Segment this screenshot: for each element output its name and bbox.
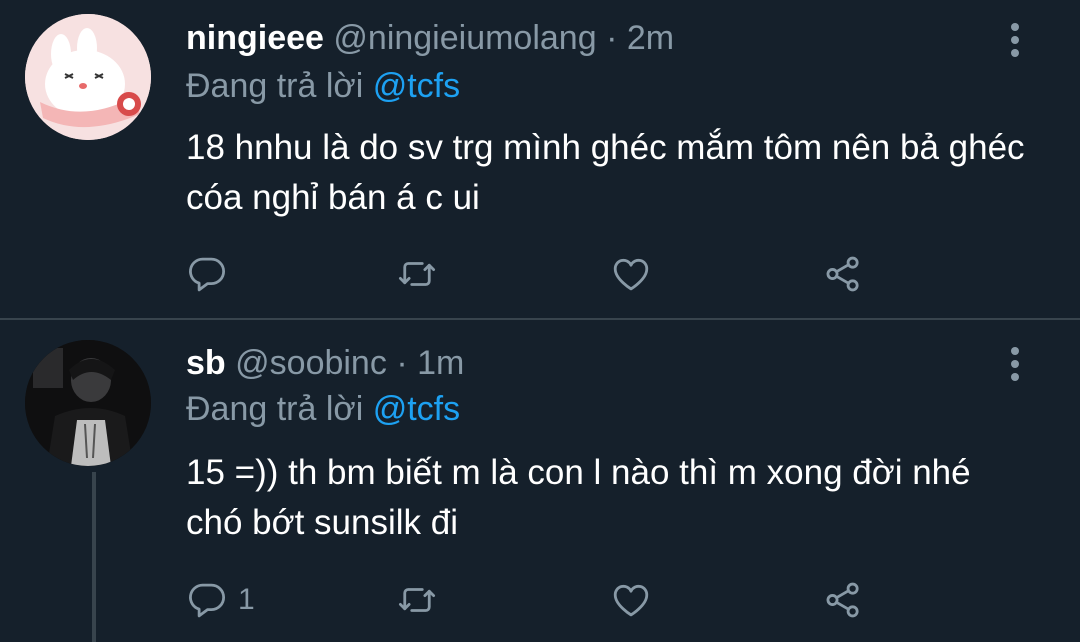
retweet-button[interactable] [396, 578, 438, 622]
replying-to: Đang trả lời @tcfs [186, 66, 460, 106]
tweet-header: ningieee @ningieiumolang · 2m [186, 18, 674, 58]
reply-icon [189, 583, 226, 618]
tweet-actions [186, 252, 886, 296]
avatar[interactable] [25, 340, 151, 466]
retweet-icon [398, 588, 436, 612]
separator: · [396, 344, 408, 382]
share-button[interactable] [822, 252, 864, 296]
timestamp[interactable]: 1m [417, 344, 464, 382]
reply-count: 1 [238, 583, 255, 616]
more-options-button[interactable] [1008, 22, 1022, 63]
retweet-button[interactable] [396, 252, 438, 296]
replying-label: Đang trả lời [186, 390, 364, 428]
like-button[interactable] [610, 578, 652, 622]
thread-line [92, 472, 96, 642]
tweet[interactable]: sb @soobinc · 1m Đang trả lời @tcfs 15 =… [0, 320, 1080, 642]
retweet-icon [398, 262, 436, 286]
more-vertical-icon [1011, 347, 1019, 381]
replying-label: Đang trả lời [186, 67, 364, 105]
tweet-text: 18 hnhu là do sv trg mình ghéc mắm tôm n… [186, 128, 1025, 217]
reply-button[interactable] [186, 252, 238, 296]
tweet-header: sb @soobinc · 1m [186, 343, 464, 383]
more-options-button[interactable] [1008, 346, 1022, 387]
reply-icon [189, 257, 226, 292]
like-button[interactable] [610, 252, 652, 296]
more-vertical-icon [1011, 23, 1019, 57]
avatar[interactable] [25, 14, 151, 140]
avatar-image [25, 340, 151, 466]
tweet-actions: 1 [186, 578, 886, 622]
share-icon [826, 256, 859, 292]
display-name[interactable]: sb [186, 344, 226, 382]
share-icon [826, 582, 859, 618]
avatar-image [25, 14, 151, 140]
tweet[interactable]: ningieee @ningieiumolang · 2m Đang trả l… [0, 0, 1080, 318]
display-name[interactable]: ningieee [186, 19, 324, 57]
share-button[interactable] [822, 578, 864, 622]
timestamp[interactable]: 2m [627, 19, 674, 57]
username[interactable]: @soobinc [235, 344, 387, 382]
reply-button[interactable]: 1 [186, 578, 255, 622]
username[interactable]: @ningieiumolang [333, 19, 596, 57]
mention-link[interactable]: @tcfs [373, 390, 460, 428]
separator: · [606, 19, 618, 57]
replying-to: Đang trả lời @tcfs [186, 389, 460, 429]
mention-link[interactable]: @tcfs [373, 67, 460, 105]
heart-icon [613, 258, 649, 291]
tweet-text: 15 =)) th bm biết m là con l nào thì m x… [186, 453, 971, 542]
heart-icon [613, 584, 649, 617]
